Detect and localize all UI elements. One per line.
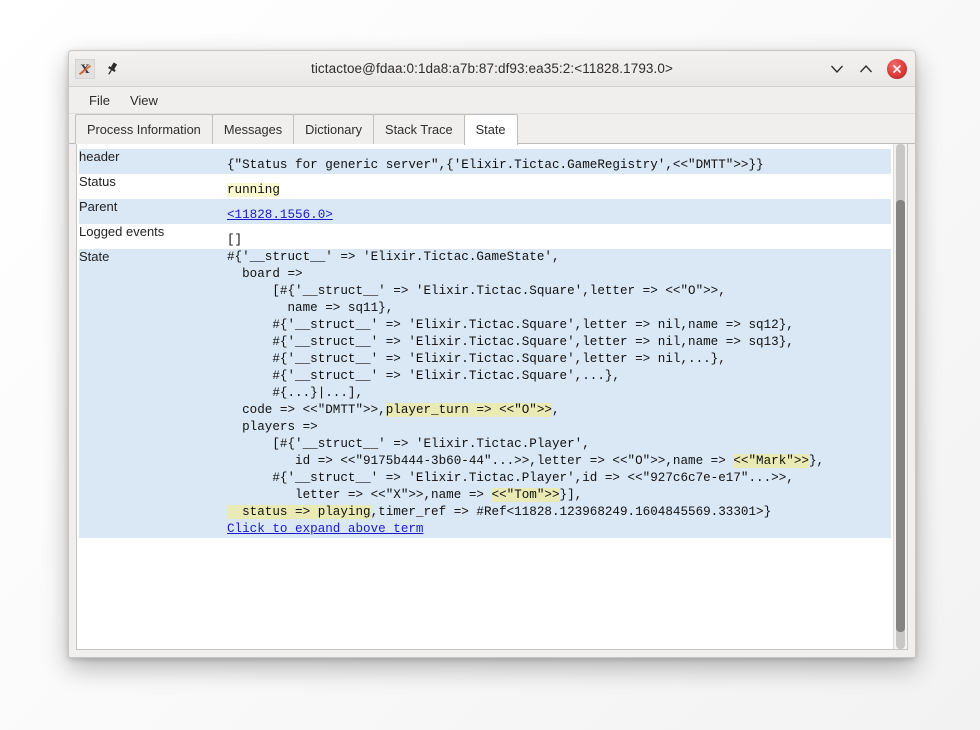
desktop-background: X tictactoe@fdaa:0:1da8:a7b:87:df93:ea35… [0,0,980,730]
scrollbar-thumb[interactable] [896,200,905,632]
state-line-8: #{'__struct__' => 'Elixir.Tictac.Square'… [227,369,620,383]
state-line-11: players => [227,420,318,434]
minimize-button[interactable] [829,61,845,77]
table-row[interactable]: Logged events [] [79,224,891,249]
state-line-12: [#{'__struct__' => 'Elixir.Tictac.Player… [227,437,590,451]
state-line-3: [#{'__struct__' => 'Elixir.Tictac.Square… [227,284,726,298]
row-value-parent-cell: <11828.1556.0> [227,199,891,224]
status-badge: running [227,183,280,197]
tab-stack-trace[interactable]: Stack Trace [373,114,465,144]
player-name-mark-highlight: <<"Mark">> [733,454,809,468]
state-line-14: #{'__struct__' => 'Elixir.Tictac.Player'… [227,471,794,485]
state-line-7: #{'__struct__' => 'Elixir.Tictac.Square'… [227,352,726,366]
state-line-15-suffix: }], [560,488,583,502]
vertical-scrollbar[interactable] [893,144,907,649]
row-label-parent: Parent [79,199,227,224]
table-row[interactable]: header {"Status for generic server",{'El… [79,149,891,174]
window-title: tictactoe@fdaa:0:1da8:a7b:87:df93:ea35:2… [69,61,915,76]
state-line-16-suffix: ,timer_ref => #Ref<11828.123968249.16048… [371,505,772,519]
status-playing-highlight: status => playing [227,505,371,519]
state-line-1: #{'__struct__' => 'Elixir.Tictac.GameSta… [227,250,560,264]
player-name-tom-highlight: <<"Tom">> [492,488,560,502]
state-line-13-prefix: id => <<"9175b444-3b60-44"...>>,letter =… [227,454,733,468]
x11-icon: X [75,59,95,79]
state-line-15-prefix: letter => <<"X">>,name => [227,488,492,502]
row-value-state-term: #{'__struct__' => 'Elixir.Tictac.GameSta… [227,249,891,538]
row-value-status-cell: running [227,174,891,199]
tab-state[interactable]: State [464,114,518,145]
tab-bar: Process Information Messages Dictionary … [69,114,915,144]
row-value-header: {"Status for generic server",{'Elixir.Ti… [227,149,891,174]
state-line-2: board => [227,267,303,281]
state-line-5: #{'__struct__' => 'Elixir.Tictac.Square'… [227,318,794,332]
tab-dictionary[interactable]: Dictionary [293,114,374,144]
state-line-9: #{...}|...], [227,386,363,400]
close-button[interactable] [887,59,907,79]
state-table: Behaviour 'Elixir.GenServer' header {"St… [79,144,891,538]
parent-pid-link[interactable]: <11828.1556.0> [227,208,333,222]
player-turn-highlight: player_turn => <<"O">> [386,403,552,417]
menu-bar: File View [69,87,915,114]
expand-term-link[interactable]: Click to expand above term [227,522,424,536]
table-row[interactable]: State #{'__struct__' => 'Elixir.Tictac.G… [79,249,891,538]
pin-icon[interactable] [104,61,120,77]
table-row[interactable]: Parent <11828.1556.0> [79,199,891,224]
state-line-10-prefix: code => <<"DMTT">>, [227,403,386,417]
table-row[interactable]: Status running [79,174,891,199]
row-label-header: header [79,149,227,174]
row-value-logged-events: [] [227,224,891,249]
menu-item-view[interactable]: View [122,91,166,110]
window-controls [829,59,907,79]
maximize-button[interactable] [858,61,874,77]
tab-process-information[interactable]: Process Information [75,114,213,144]
titlebar-left-icons: X [75,59,120,79]
state-line-13-suffix: }, [809,454,824,468]
row-label-state: State [79,249,227,538]
state-line-6: #{'__struct__' => 'Elixir.Tictac.Square'… [227,335,794,349]
row-label-logged-events: Logged events [79,224,227,249]
state-panel: Behaviour 'Elixir.GenServer' header {"St… [76,144,908,650]
tab-messages[interactable]: Messages [212,114,294,144]
row-label-status: Status [79,174,227,199]
state-line-4: name => sq11}, [227,301,393,315]
observer-window: X tictactoe@fdaa:0:1da8:a7b:87:df93:ea35… [68,50,916,658]
state-scroll-area: Behaviour 'Elixir.GenServer' header {"St… [77,144,893,649]
state-line-10-suffix: , [552,403,560,417]
window-titlebar[interactable]: X tictactoe@fdaa:0:1da8:a7b:87:df93:ea35… [69,51,915,87]
menu-item-file[interactable]: File [81,91,118,110]
